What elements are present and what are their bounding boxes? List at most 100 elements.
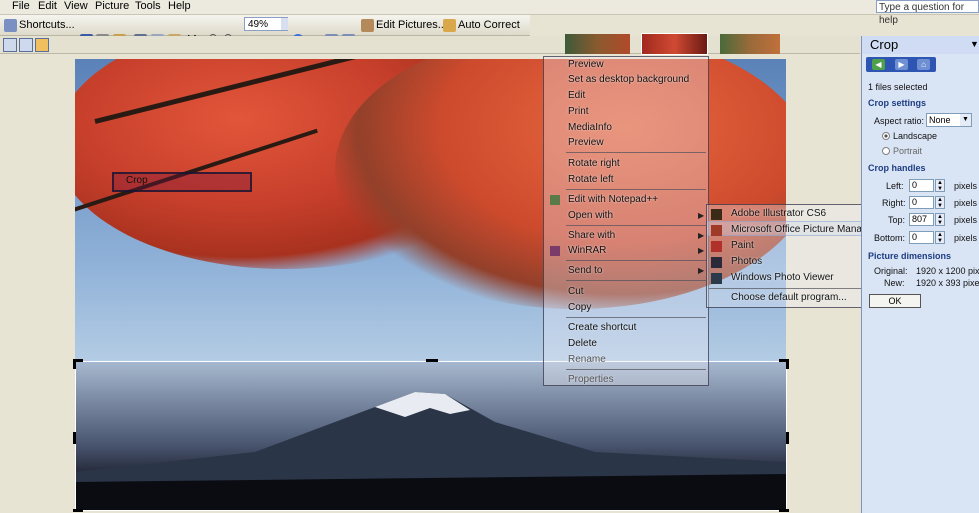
home-icon[interactable]: ⌂ (917, 59, 930, 70)
crop-settings-heading: Crop settings (868, 98, 927, 108)
menu-item-preview-2[interactable]: Preview (568, 137, 604, 148)
aspect-ratio-label: Aspect ratio: (874, 116, 925, 126)
single-picture-view-icon[interactable] (35, 38, 49, 52)
crop-handle[interactable] (786, 432, 789, 444)
bottom-label: Bottom: (874, 233, 906, 243)
menu-item-delete[interactable]: Delete (568, 338, 597, 349)
menu-separator (566, 369, 706, 370)
menu-item-edit[interactable]: Edit (568, 90, 585, 101)
menu-item-rename[interactable]: Rename (568, 354, 606, 365)
chevron-down-icon[interactable]: ▼ (960, 114, 971, 126)
menu-item-set-desktop-background[interactable]: Set as desktop background (568, 74, 689, 85)
thumbnail[interactable] (565, 34, 630, 54)
picture-manager-icon (711, 225, 722, 236)
photo-viewer-icon (711, 273, 722, 284)
forward-icon[interactable]: ▶ (895, 59, 908, 70)
menu-file[interactable]: File (12, 0, 30, 13)
portrait-radio[interactable] (882, 147, 890, 155)
context-menu: Preview Set as desktop background Edit P… (543, 56, 709, 386)
menu-item-open-with[interactable]: Open with (568, 210, 613, 221)
menu-item-edit-notepad[interactable]: Edit with Notepad++ (568, 194, 658, 205)
left-input[interactable]: 0 (909, 179, 934, 192)
ghost-selection: Crop (112, 172, 252, 192)
menu-item-properties[interactable]: Properties (568, 374, 614, 385)
chevron-right-icon: ▶ (698, 246, 705, 255)
menu-separator (566, 189, 706, 190)
menu-separator (566, 317, 706, 318)
submenu-item-illustrator[interactable]: Adobe Illustrator CS6 (731, 208, 826, 219)
submenu-item-photo-viewer[interactable]: Windows Photo Viewer (731, 272, 834, 283)
bottom-spinner[interactable]: ▲ ▼ (935, 231, 945, 244)
auto-correct-button[interactable]: Auto Correct (443, 17, 520, 33)
pane-navigation: ◀ ▶ ⌂ (866, 57, 936, 72)
paint-icon (711, 241, 722, 252)
help-search-input[interactable]: Type a question for help (876, 0, 979, 26)
bottom-unit: pixels (954, 233, 978, 243)
menu-item-send-to[interactable]: Send to (568, 265, 602, 276)
submenu-item-picture-manager[interactable]: Microsoft Office Picture Manager (731, 224, 876, 235)
crop-handle[interactable] (73, 509, 83, 512)
menu-item-winrar[interactable]: WinRAR (568, 245, 606, 256)
aspect-ratio-select[interactable]: None ▼ (926, 113, 972, 127)
filmstrip-view-icon[interactable] (19, 38, 33, 52)
menu-bar: File Edit View Picture Tools Help (0, 0, 979, 15)
crop-handle[interactable] (73, 432, 76, 444)
menu-item-share-with[interactable]: Share with (568, 230, 615, 241)
crop-handle[interactable] (73, 359, 76, 369)
standard-toolbar: Shortcuts... ✕ ↶ ↷ 49% Edit Pictures... … (0, 15, 530, 47)
top-spinner[interactable]: ▲ ▼ (935, 213, 945, 226)
winrar-icon (550, 246, 560, 256)
edit-pictures-button[interactable]: Edit Pictures... (361, 17, 447, 33)
left-unit: pixels (954, 181, 978, 191)
ok-button[interactable]: OK (869, 294, 921, 308)
menu-item-print[interactable]: Print (568, 106, 589, 117)
menu-edit[interactable]: Edit (38, 0, 57, 13)
menu-tools[interactable]: Tools (135, 0, 161, 13)
shortcuts-button[interactable]: Shortcuts... (4, 17, 75, 33)
right-spinner[interactable]: ▲ ▼ (935, 196, 945, 209)
chevron-right-icon: ▶ (698, 231, 705, 240)
notepad-icon (550, 195, 560, 205)
menu-picture[interactable]: Picture (95, 0, 129, 13)
menu-separator (566, 280, 706, 281)
menu-help[interactable]: Help (168, 0, 191, 13)
crop-handle[interactable] (779, 509, 789, 512)
right-input[interactable]: 0 (909, 196, 934, 209)
menu-item-mediainfo[interactable]: MediaInfo (568, 122, 612, 133)
menu-separator (709, 288, 865, 289)
original-value: 1920 x 1200 pixels (916, 266, 979, 276)
thumbnail[interactable] (720, 34, 780, 54)
menu-separator (566, 260, 706, 261)
menu-item-cut[interactable]: Cut (568, 286, 584, 297)
submenu-item-photos[interactable]: Photos (731, 256, 762, 267)
thumbnail-view-icon[interactable] (3, 38, 17, 52)
menu-view[interactable]: View (64, 0, 88, 13)
menu-item-preview[interactable]: Preview (568, 59, 604, 70)
top-unit: pixels (954, 215, 978, 225)
auto-correct-icon (443, 18, 456, 32)
top-label: Top: (888, 215, 906, 225)
menu-item-rotate-left[interactable]: Rotate left (568, 174, 614, 185)
bottom-input[interactable]: 0 (909, 231, 934, 244)
crop-handle[interactable] (426, 359, 438, 362)
back-icon[interactable]: ◀ (872, 59, 885, 70)
submenu-item-choose-default[interactable]: Choose default program... (731, 292, 847, 303)
right-unit: pixels (954, 198, 978, 208)
top-input[interactable]: 807 (909, 213, 934, 226)
photos-icon (711, 257, 722, 268)
chevron-down-icon[interactable] (281, 18, 288, 30)
pane-dropdown-icon[interactable]: ▼ (970, 39, 979, 49)
menu-item-copy[interactable]: Copy (568, 302, 591, 313)
left-spinner[interactable]: ▲ ▼ (935, 179, 945, 192)
menu-separator (566, 152, 706, 153)
portrait-label: Portrait (893, 146, 923, 156)
crop-handle[interactable] (786, 359, 789, 369)
thumbnail[interactable] (641, 33, 708, 55)
landscape-radio[interactable] (882, 132, 890, 140)
menu-item-rotate-right[interactable]: Rotate right (568, 158, 620, 169)
submenu-item-paint[interactable]: Paint (731, 240, 754, 251)
original-label: Original: (874, 266, 908, 276)
menu-item-create-shortcut[interactable]: Create shortcut (568, 322, 636, 333)
aspect-ratio-value: None (929, 115, 951, 125)
shortcuts-icon (4, 18, 17, 32)
